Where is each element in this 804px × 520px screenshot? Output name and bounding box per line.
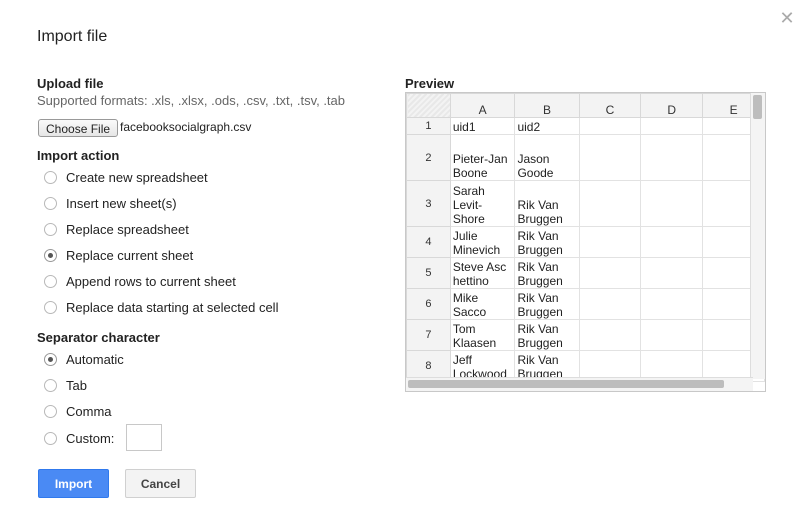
radio-button[interactable] bbox=[44, 431, 57, 445]
radio-button[interactable] bbox=[44, 378, 57, 392]
grid-cell: uid1 bbox=[449, 117, 516, 135]
radio-button[interactable] bbox=[44, 300, 57, 314]
separator-option-automatic[interactable]: Automatic bbox=[44, 351, 124, 367]
custom-separator-input[interactable] bbox=[126, 424, 162, 451]
grid-cell bbox=[578, 134, 642, 181]
option-label: Create new spreadsheet bbox=[66, 169, 208, 185]
radio-button[interactable] bbox=[44, 404, 57, 418]
radio-button-selected[interactable] bbox=[44, 248, 57, 262]
file-name: facebooksocialgraph.csv bbox=[120, 120, 252, 134]
option-label: Replace spreadsheet bbox=[66, 221, 189, 237]
row-number: 1 bbox=[406, 117, 451, 135]
separator-option-comma[interactable]: Comma bbox=[44, 403, 112, 419]
radio-button[interactable] bbox=[44, 222, 57, 236]
grid-cell: Rik Van Bruggen bbox=[514, 180, 580, 227]
table-row: 1 uid1 uid2 bbox=[406, 117, 765, 135]
preview-table: A B C D E 1 uid1 uid2 2 Pieter-Jan Boone… bbox=[406, 93, 765, 382]
grid-cell bbox=[578, 117, 642, 135]
column-header: B bbox=[514, 93, 580, 118]
grid-cell bbox=[640, 288, 704, 320]
option-label: Replace data starting at selected cell bbox=[66, 299, 279, 315]
table-row: 3 Sarah Levit-Shore Rik Van Bruggen bbox=[406, 180, 765, 227]
table-row: 6 Mike Sacco Rik Van Bruggen bbox=[406, 288, 765, 320]
grid-cell bbox=[640, 257, 704, 289]
option-label: Automatic bbox=[66, 351, 124, 367]
grid-cell bbox=[578, 288, 642, 320]
grid-cell: Pieter-Jan Boone bbox=[449, 134, 516, 181]
row-number: 2 bbox=[406, 134, 451, 181]
row-number: 6 bbox=[406, 288, 451, 320]
column-header: D bbox=[640, 93, 704, 118]
grid-cell bbox=[640, 226, 704, 258]
radio-button[interactable] bbox=[44, 170, 57, 184]
vertical-scrollbar[interactable] bbox=[750, 93, 765, 379]
import-option-create-new-spreadsheet[interactable]: Create new spreadsheet bbox=[44, 169, 208, 185]
option-label: Custom: bbox=[66, 430, 115, 446]
grid-cell: Rik Van Bruggen bbox=[514, 226, 580, 258]
close-icon[interactable]: ✕ bbox=[778, 9, 796, 27]
radio-button[interactable] bbox=[44, 196, 57, 210]
row-number: 5 bbox=[406, 257, 451, 289]
grid-cell bbox=[640, 134, 704, 181]
separator-option-custom[interactable]: Custom: bbox=[44, 430, 114, 446]
import-action-heading: Import action bbox=[37, 148, 120, 163]
import-option-insert-new-sheets[interactable]: Insert new sheet(s) bbox=[44, 195, 177, 211]
option-label: Replace current sheet bbox=[66, 247, 194, 263]
grid-cell bbox=[640, 117, 704, 135]
radio-button-selected[interactable] bbox=[44, 352, 57, 366]
option-label: Tab bbox=[66, 377, 87, 393]
grid-cell: Rik Van Bruggen bbox=[514, 257, 580, 289]
table-row: 5 Steve Aschettino Rik Van Bruggen bbox=[406, 257, 765, 289]
choose-file-button[interactable]: Choose File bbox=[38, 119, 119, 137]
supported-formats: Supported formats: .xls, .xlsx, .ods, .c… bbox=[37, 93, 346, 108]
grid-cell: Rik Van Bruggen bbox=[514, 288, 580, 320]
option-label: Insert new sheet(s) bbox=[66, 195, 177, 211]
grid-cell: Jason Goode bbox=[514, 134, 580, 181]
import-option-replace-current-sheet[interactable]: Replace current sheet bbox=[44, 247, 193, 263]
vertical-scrollbar-thumb[interactable] bbox=[753, 95, 762, 119]
import-option-append-rows[interactable]: Append rows to current sheet bbox=[44, 273, 236, 289]
table-row: 4 Julie Minevich Rik Van Bruggen bbox=[406, 226, 765, 258]
grid-cell bbox=[640, 319, 704, 351]
table-row: 7 Tom Klaasen Rik Van Bruggen bbox=[406, 319, 765, 351]
grid-cell: Julie Minevich bbox=[449, 226, 516, 258]
import-button[interactable]: Import bbox=[38, 469, 109, 498]
grid-cell bbox=[640, 180, 704, 227]
preview-heading: Preview bbox=[405, 76, 455, 91]
grid-cell: uid2 bbox=[514, 117, 580, 135]
grid-cell bbox=[578, 226, 642, 258]
separator-option-tab[interactable]: Tab bbox=[44, 377, 87, 393]
horizontal-scrollbar-thumb[interactable] bbox=[408, 380, 724, 388]
row-number: 3 bbox=[406, 180, 451, 227]
table-row: 2 Pieter-Jan Boone Jason Goode bbox=[406, 134, 765, 181]
import-option-replace-spreadsheet[interactable]: Replace spreadsheet bbox=[44, 221, 189, 237]
grid-cell: Mike Sacco bbox=[449, 288, 516, 320]
radio-button[interactable] bbox=[44, 274, 57, 288]
row-number: 4 bbox=[406, 226, 451, 258]
option-label: Comma bbox=[66, 403, 112, 419]
grid-cell: Rik Van Bruggen bbox=[514, 319, 580, 351]
separator-heading: Separator character bbox=[37, 330, 160, 345]
row-number: 7 bbox=[406, 319, 451, 351]
horizontal-scrollbar[interactable] bbox=[406, 377, 753, 391]
grid-cell: Steve Aschettino bbox=[449, 257, 516, 289]
upload-heading: Upload file bbox=[37, 76, 104, 91]
grid-cell: Tom Klaasen bbox=[449, 319, 516, 351]
dialog-title: Import file bbox=[37, 28, 108, 45]
column-header: A bbox=[449, 93, 516, 118]
column-header: C bbox=[578, 93, 642, 118]
grid-cell bbox=[578, 319, 642, 351]
option-label: Append rows to current sheet bbox=[66, 273, 236, 289]
preview-grid: A B C D E 1 uid1 uid2 2 Pieter-Jan Boone… bbox=[405, 92, 766, 392]
import-option-replace-data-at-cell[interactable]: Replace data starting at selected cell bbox=[44, 299, 278, 315]
grid-cell bbox=[578, 257, 642, 289]
grid-cell bbox=[578, 180, 642, 227]
cancel-button[interactable]: Cancel bbox=[125, 469, 196, 498]
grid-corner bbox=[406, 93, 451, 118]
grid-cell: Sarah Levit-Shore bbox=[449, 180, 516, 227]
